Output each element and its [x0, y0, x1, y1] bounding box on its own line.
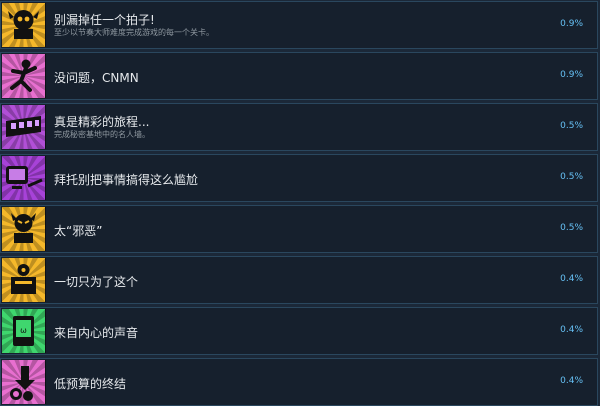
achievement-row[interactable]: 别漏掉任一个拍子! 至少以节奏大师难度完成游戏的每一个关卡。 0.9% — [0, 1, 598, 49]
skull-trophy-icon — [2, 3, 46, 47]
achievement-row[interactable]: 太“邪恶” 0.5% — [0, 205, 598, 253]
achievement-row[interactable]: ω 来自内心的声音 0.4% — [0, 307, 598, 355]
achievement-title: 真是精彩的旅程... — [54, 115, 150, 129]
unlock-percentage: 0.5% — [560, 121, 583, 131]
device-icon: ω — [2, 309, 46, 353]
unlock-percentage: 0.4% — [560, 274, 583, 284]
unlock-percentage: 0.9% — [560, 70, 583, 80]
achievement-row[interactable]: 真是精彩的旅程... 完成秘密基地中的名人墙。 0.5% — [0, 103, 598, 151]
achievement-title: 没问题，CNMN — [54, 71, 139, 85]
unlock-percentage: 0.9% — [560, 19, 583, 29]
unlock-percentage: 0.4% — [560, 325, 583, 335]
achievement-title: 一切只为了这个 — [54, 275, 139, 289]
evil-trophy-icon — [2, 207, 46, 251]
wall-icon — [2, 105, 46, 149]
unlock-percentage: 0.5% — [560, 223, 583, 233]
unlock-percentage: 0.5% — [560, 172, 583, 182]
achievement-row[interactable]: 一切只为了这个 0.4% — [0, 256, 598, 304]
achievement-description: 至少以节奏大师难度完成游戏的每一个关卡。 — [54, 28, 214, 37]
achievement-title: 拜托别把事情搞得这么尴尬 — [54, 173, 199, 187]
figure-icon — [2, 54, 46, 98]
coins-icon — [2, 360, 46, 404]
treasure-icon — [2, 258, 46, 302]
achievement-row[interactable]: 拜托别把事情搞得这么尴尬 0.5% — [0, 154, 598, 202]
unlock-percentage: 0.4% — [560, 376, 583, 386]
achievement-title: 别漏掉任一个拍子! — [54, 13, 155, 27]
achievement-title: 太“邪恶” — [54, 224, 103, 238]
achievement-title: 来自内心的声音 — [54, 326, 139, 340]
achievement-description: 完成秘密基地中的名人墙。 — [54, 130, 150, 139]
screen-icon — [2, 156, 46, 200]
achievement-title: 低预算的终结 — [54, 377, 127, 391]
svg-text:ω: ω — [20, 326, 27, 335]
achievement-list: 别漏掉任一个拍子! 至少以节奏大师难度完成游戏的每一个关卡。 0.9% 没问题，CNM… — [0, 0, 600, 406]
achievement-row[interactable]: 低预算的终结 0.4% — [0, 358, 598, 406]
achievement-row[interactable]: 没问题，CNMN 0.9% — [0, 52, 598, 100]
